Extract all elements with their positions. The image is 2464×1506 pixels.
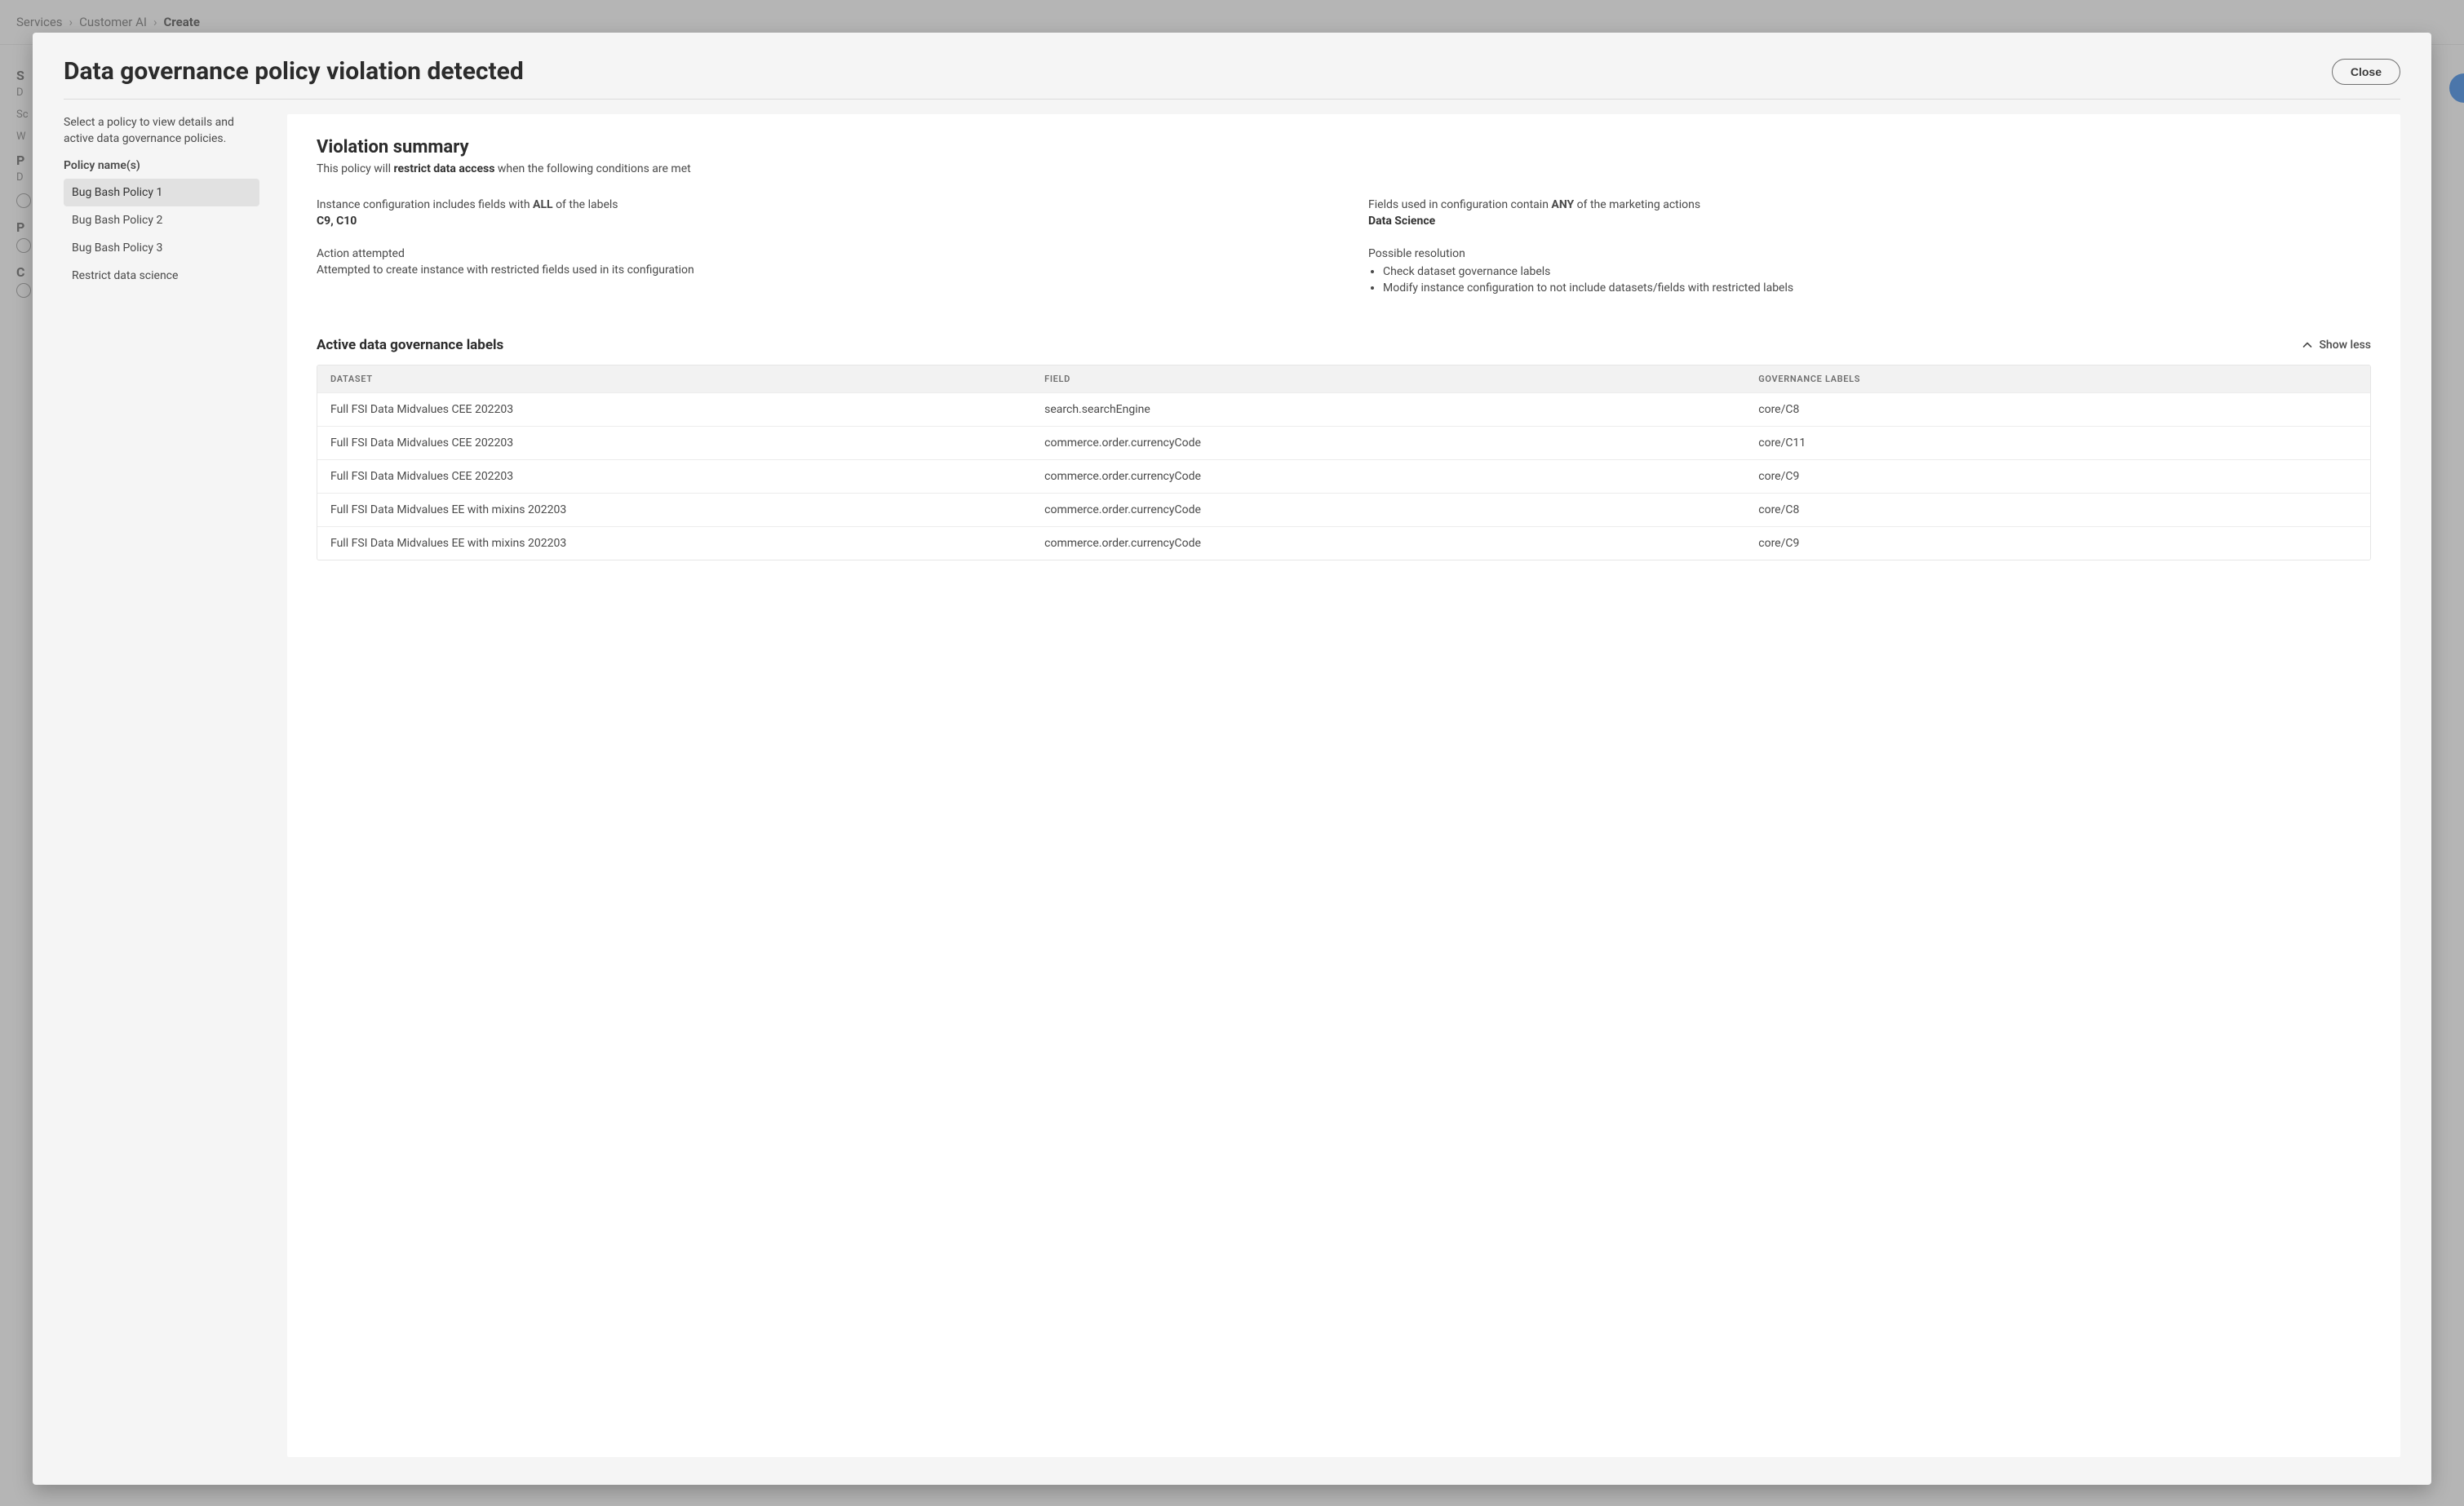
table-cell-label: core/C9 (1745, 460, 2370, 493)
modal-title: Data governance policy violation detecte… (64, 57, 524, 86)
table-row: Full FSI Data Midvalues EE with mixins 2… (317, 493, 2370, 526)
column-header-field: FIELD (1031, 365, 1745, 392)
table-cell-field: search.searchEngine (1031, 393, 1745, 426)
table-header-row: DATASET FIELD GOVERNANCE LABELS (317, 365, 2370, 392)
governance-labels-table: DATASET FIELD GOVERNANCE LABELS Full FSI… (317, 365, 2371, 560)
labels-condition-value: C9, C10 (317, 215, 1319, 228)
column-header-governance-labels: GOVERNANCE LABELS (1745, 365, 2370, 392)
table-cell-dataset: Full FSI Data Midvalues EE with mixins 2… (317, 527, 1031, 560)
policy-list-item[interactable]: Bug Bash Policy 3 (64, 234, 259, 262)
table-cell-dataset: Full FSI Data Midvalues CEE 202203 (317, 393, 1031, 426)
table-row: Full FSI Data Midvalues CEE 202203search… (317, 392, 2370, 426)
show-less-toggle[interactable]: Show less (2302, 339, 2371, 352)
labels-section-header: Active data governance labels Show less (317, 337, 2371, 353)
resolution-label: Possible resolution (1368, 247, 2371, 260)
show-less-label: Show less (2319, 339, 2371, 352)
policy-list: Bug Bash Policy 1Bug Bash Policy 2Bug Ba… (64, 179, 259, 290)
actions-condition-block: Fields used in configuration contain ANY… (1368, 198, 2371, 228)
table-cell-field: commerce.order.currencyCode (1031, 427, 1745, 459)
policy-list-panel: Select a policy to view details and acti… (64, 114, 259, 1457)
divider (64, 99, 2400, 100)
actions-condition-label: Fields used in configuration contain ANY… (1368, 198, 2371, 211)
table-row: Full FSI Data Midvalues EE with mixins 2… (317, 526, 2370, 560)
modal-body: Select a policy to view details and acti… (33, 114, 2431, 1485)
actions-condition-value: Data Science (1368, 215, 2371, 228)
resolution-item: Check dataset governance labels (1383, 265, 2371, 278)
table-cell-label: core/C11 (1745, 427, 2370, 459)
table-cell-dataset: Full FSI Data Midvalues EE with mixins 2… (317, 494, 1031, 526)
modal-header: Data governance policy violation detecte… (33, 33, 2431, 99)
labels-condition-label: Instance configuration includes fields w… (317, 198, 1319, 211)
table-row: Full FSI Data Midvalues CEE 202203commer… (317, 459, 2370, 493)
table-cell-dataset: Full FSI Data Midvalues CEE 202203 (317, 460, 1031, 493)
table-cell-label: core/C8 (1745, 393, 2370, 426)
policy-list-item[interactable]: Bug Bash Policy 2 (64, 206, 259, 234)
table-cell-label: core/C8 (1745, 494, 2370, 526)
table-cell-field: commerce.order.currencyCode (1031, 494, 1745, 526)
close-button[interactable]: Close (2332, 59, 2400, 85)
resolution-list: Check dataset governance labels Modify in… (1383, 265, 2371, 295)
violation-summary-title: Violation summary (317, 137, 2371, 157)
policy-violation-modal: Data governance policy violation detecte… (33, 33, 2431, 1485)
table-cell-label: core/C9 (1745, 527, 2370, 560)
summary-grid: Instance configuration includes fields w… (317, 198, 2371, 298)
resolution-item: Modify instance configuration to not inc… (1383, 281, 2371, 295)
action-attempted-label: Action attempted (317, 247, 1319, 260)
action-attempted-block: Action attempted Attempted to create ins… (317, 247, 1319, 298)
table-row: Full FSI Data Midvalues CEE 202203commer… (317, 426, 2370, 459)
action-attempted-text: Attempted to create instance with restri… (317, 264, 1319, 277)
labels-condition-block: Instance configuration includes fields w… (317, 198, 1319, 228)
policy-list-heading: Policy name(s) (64, 159, 259, 172)
violation-summary-subtitle: This policy will restrict data access wh… (317, 162, 2371, 175)
policy-list-item[interactable]: Restrict data science (64, 262, 259, 290)
policy-intro-text: Select a policy to view details and acti… (64, 114, 259, 148)
table-cell-field: commerce.order.currencyCode (1031, 527, 1745, 560)
labels-section-title: Active data governance labels (317, 337, 503, 353)
chevron-up-icon (2302, 340, 2312, 350)
table-cell-dataset: Full FSI Data Midvalues CEE 202203 (317, 427, 1031, 459)
table-cell-field: commerce.order.currencyCode (1031, 460, 1745, 493)
column-header-dataset: DATASET (317, 365, 1031, 392)
resolution-block: Possible resolution Check dataset govern… (1368, 247, 2371, 298)
policy-list-item[interactable]: Bug Bash Policy 1 (64, 179, 259, 206)
violation-detail-panel: Violation summary This policy will restr… (287, 114, 2400, 1457)
